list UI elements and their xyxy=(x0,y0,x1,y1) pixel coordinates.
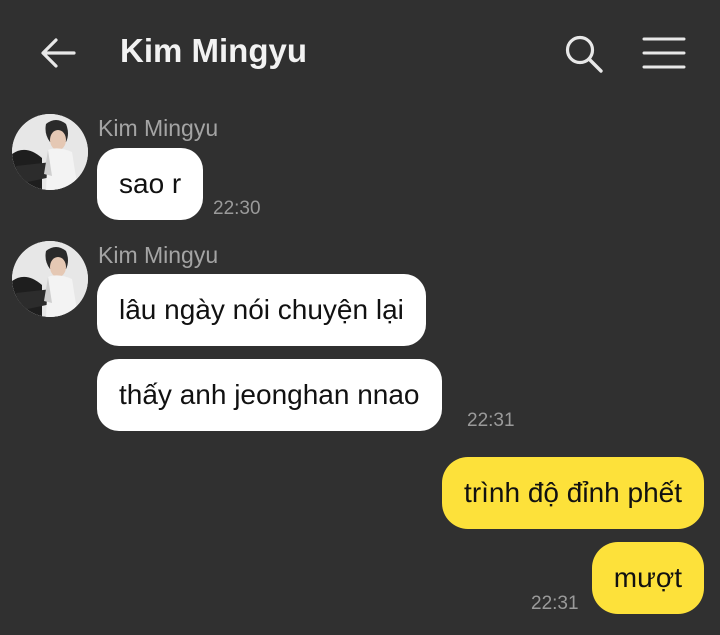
chat-header: Kim Mingyu xyxy=(0,0,720,105)
profile-photo xyxy=(12,241,88,317)
profile-photo xyxy=(12,114,88,190)
message-bubble[interactable]: trình độ đỉnh phết xyxy=(442,457,704,529)
message-bubble[interactable]: thấy anh jeonghan nnao xyxy=(97,359,442,431)
search-button[interactable] xyxy=(562,32,606,76)
back-button[interactable] xyxy=(38,33,78,73)
message-bubble[interactable]: mượt xyxy=(591,542,704,614)
message-bubble[interactable]: lâu ngày nói chuyện lại xyxy=(97,274,426,346)
message-timestamp: 22:31 xyxy=(467,410,515,431)
message-timestamp: 22:30 xyxy=(213,198,261,219)
message-bubble[interactable]: sao r xyxy=(97,148,204,220)
search-icon xyxy=(565,35,603,73)
avatar[interactable] xyxy=(12,241,88,317)
hamburger-menu-icon xyxy=(642,37,686,69)
chat-title: Kim Mingyu xyxy=(120,32,307,69)
avatar[interactable] xyxy=(12,114,88,190)
sender-name: Kim Mingyu xyxy=(98,115,219,141)
arrow-left-icon xyxy=(41,38,76,68)
sender-name: Kim Mingyu xyxy=(98,242,219,268)
message-timestamp: 22:31 xyxy=(531,593,579,614)
menu-button[interactable] xyxy=(640,33,688,73)
